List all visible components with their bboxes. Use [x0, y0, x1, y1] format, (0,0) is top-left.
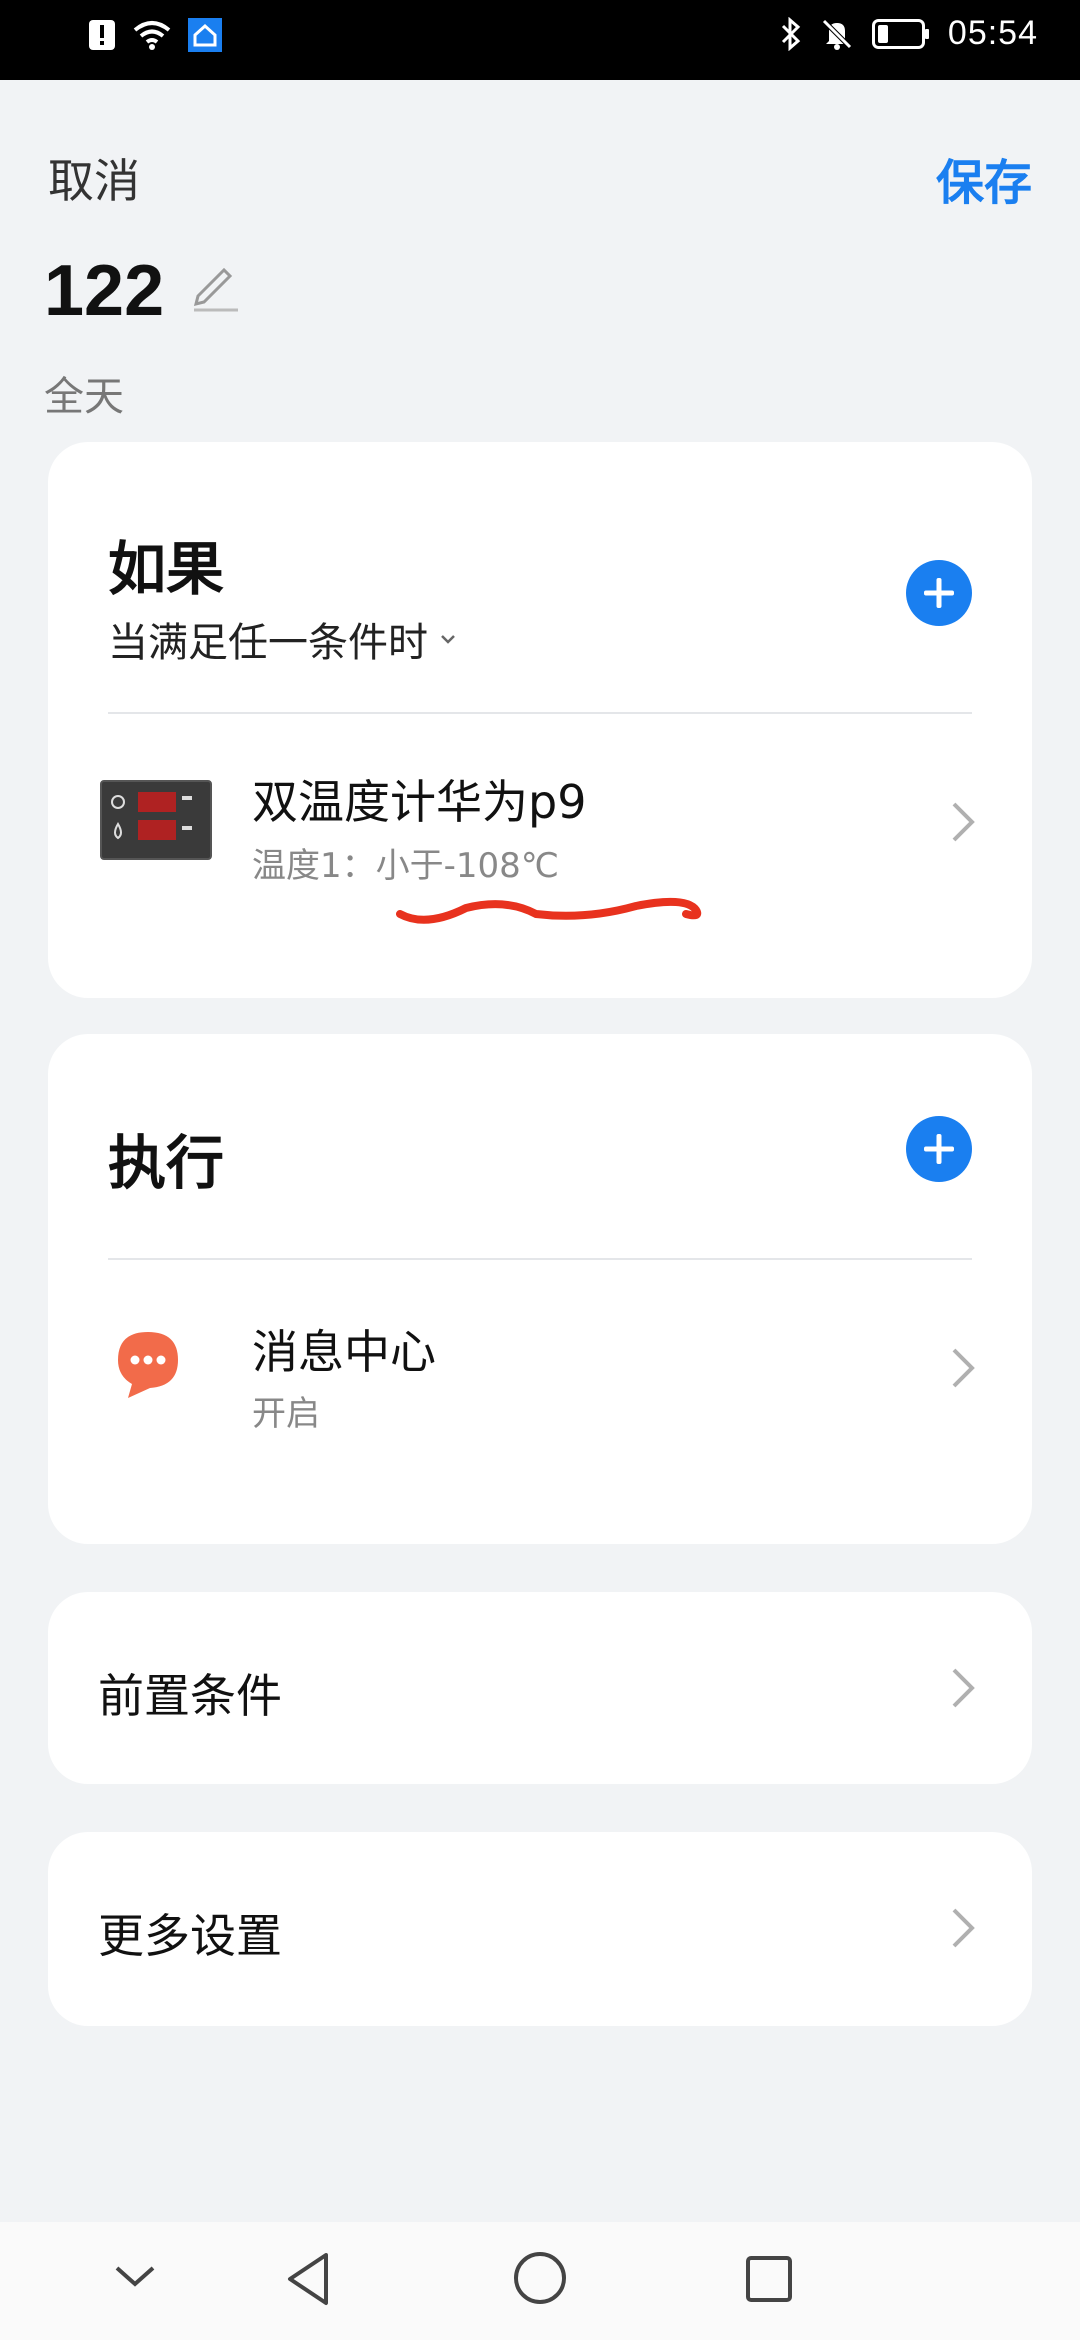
- plus-icon: [924, 1134, 954, 1164]
- home-circle-icon[interactable]: [512, 2250, 568, 2306]
- precondition-row[interactable]: 前置条件: [48, 1592, 1032, 1784]
- condition-mode-dropdown[interactable]: 当满足任一条件时: [108, 610, 458, 668]
- plus-icon: [924, 578, 954, 608]
- add-condition-button[interactable]: [906, 560, 972, 626]
- status-time: 05:54: [947, 14, 1038, 52]
- chevron-right-icon: [952, 1908, 975, 1948]
- edit-icon[interactable]: [190, 262, 242, 314]
- if-title: 如果: [108, 535, 225, 603]
- add-action-button[interactable]: [906, 1116, 972, 1182]
- bluetooth-icon: [781, 16, 801, 51]
- navigation-bar: [0, 2222, 1080, 2340]
- save-button[interactable]: 保存: [936, 143, 1032, 213]
- scene-name: 122: [44, 251, 165, 331]
- cancel-button[interactable]: 取消: [48, 145, 140, 211]
- red-underline-mark: [396, 897, 702, 924]
- battery-icon: [871, 18, 929, 49]
- thermometer-device-icon: [100, 780, 212, 860]
- more-settings-row[interactable]: 更多设置: [48, 1832, 1032, 2026]
- smart-home-icon: [188, 18, 222, 52]
- alert-icon: [89, 20, 115, 50]
- status-bar: 05:54: [0, 0, 1080, 80]
- chevron-right-icon: [952, 1348, 975, 1388]
- precondition-label: 前置条件: [98, 1669, 282, 1723]
- wifi-icon: [133, 21, 171, 50]
- divider: [108, 712, 972, 714]
- chevron-right-icon: [952, 1668, 975, 1708]
- condition-mode-label: 当满足任一条件时: [108, 620, 428, 666]
- schedule-label[interactable]: 全天: [44, 364, 124, 422]
- action-subtitle: 开启: [252, 1394, 320, 1434]
- chevron-down-icon: [441, 635, 455, 644]
- chevron-right-icon: [952, 802, 975, 842]
- do-title: 执行: [108, 1129, 225, 1197]
- condition-subtitle: 温度1：小于-108℃: [252, 846, 559, 886]
- recents-square-icon[interactable]: [744, 2254, 794, 2304]
- back-triangle-icon[interactable]: [284, 2250, 334, 2308]
- more-settings-label: 更多设置: [98, 1909, 282, 1963]
- action-title: 消息中心: [252, 1325, 436, 1379]
- if-card: 如果 当满足任一条件时 双温度计华为p9 温度1：小于-108℃: [48, 442, 1032, 998]
- divider: [108, 1258, 972, 1260]
- mute-icon: [822, 18, 852, 50]
- condition-title: 双温度计华为p9: [252, 775, 587, 829]
- message-icon: [118, 1332, 178, 1398]
- do-card: 执行 消息中心 开启: [48, 1034, 1032, 1544]
- hide-keyboard-chevron-icon[interactable]: [112, 2262, 158, 2292]
